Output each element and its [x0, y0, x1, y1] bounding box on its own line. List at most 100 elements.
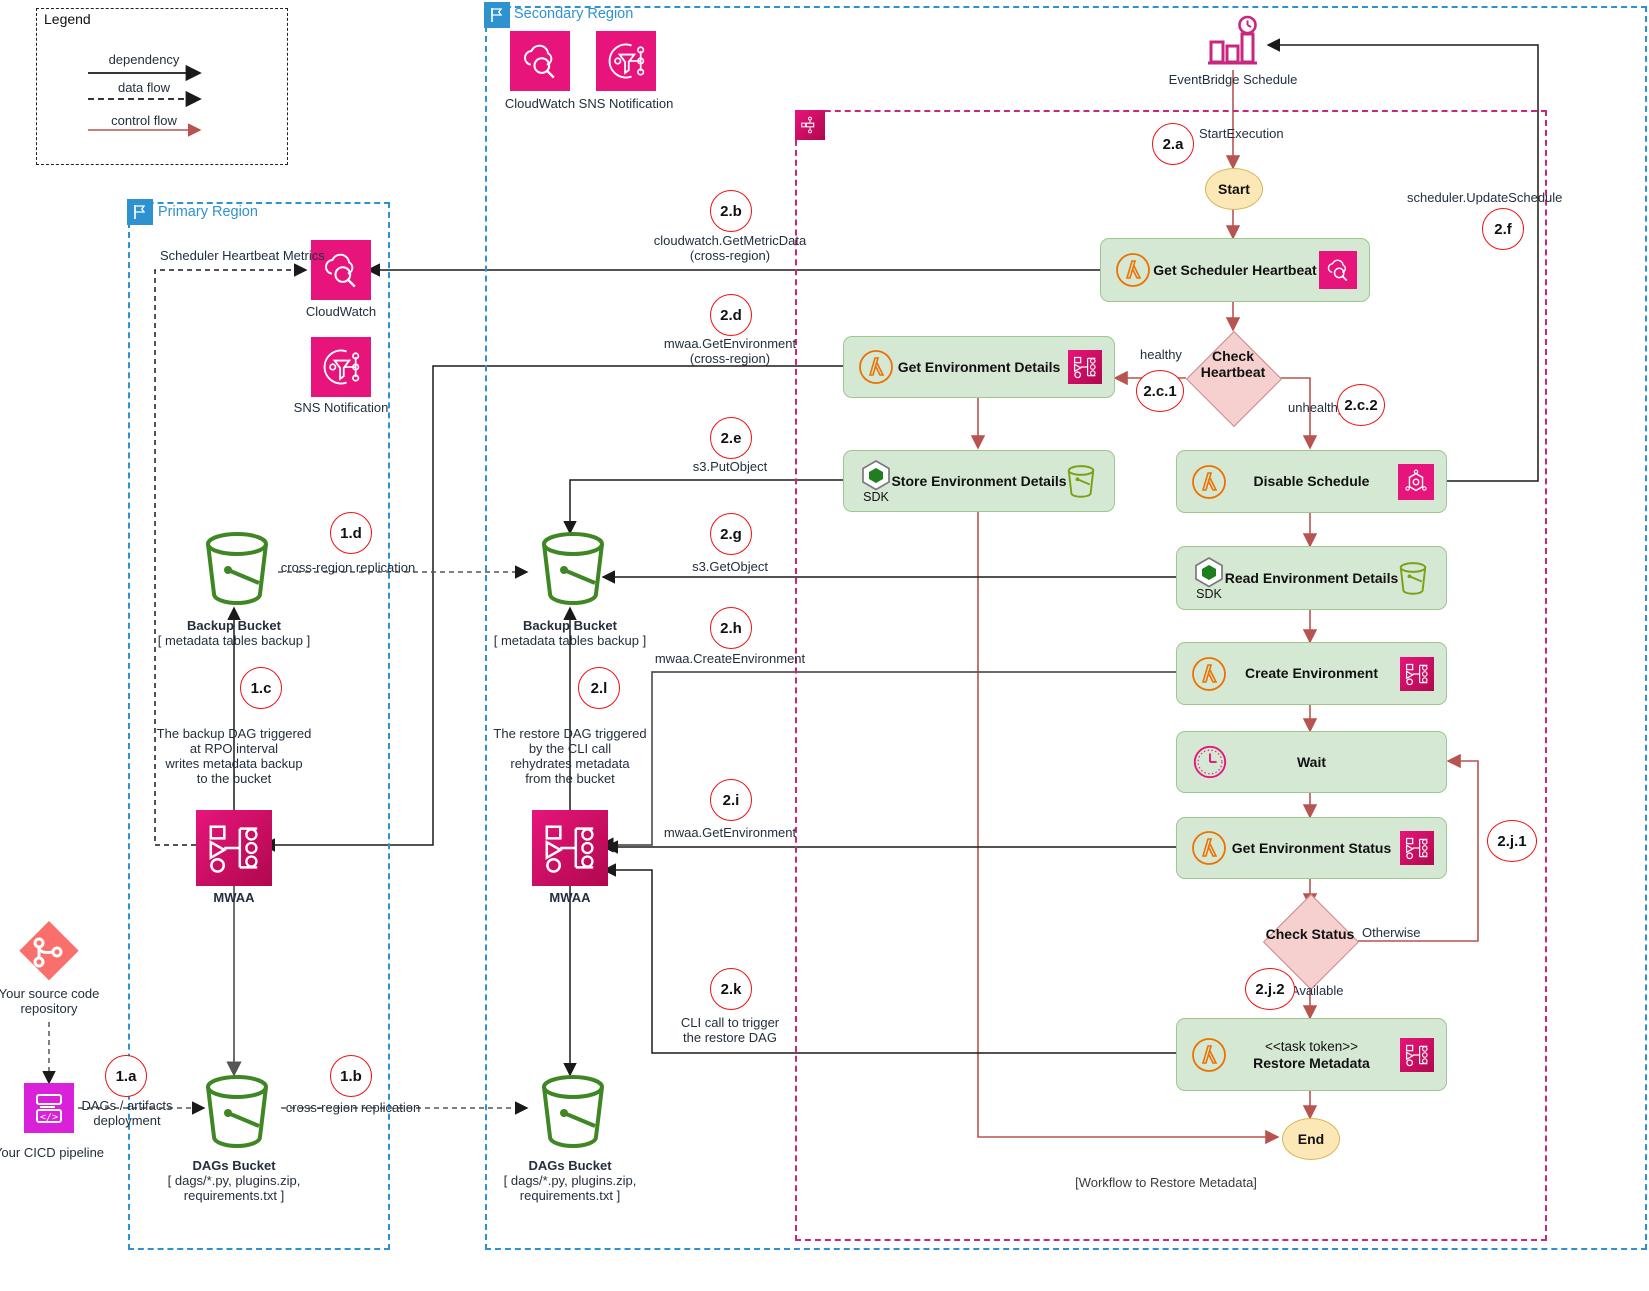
mwaa-icon — [1400, 1037, 1434, 1072]
state-get-environment-details[interactable]: Get Environment Details — [843, 336, 1115, 398]
step-functions-icon — [795, 110, 825, 140]
lambda-icon — [858, 349, 894, 385]
scheduler-heartbeat-metrics-label: Scheduler Heartbeat Metrics — [160, 248, 325, 263]
state-start[interactable]: Start — [1205, 168, 1263, 210]
label-s3-get-object: s3.GetObject — [692, 559, 768, 574]
state-get-environment-status[interactable]: Get Environment Status — [1176, 817, 1447, 879]
secondary-sns-label: SNS Notification — [578, 96, 674, 111]
step-marker-2e: 2.e — [710, 417, 752, 459]
state-start-label: Start — [1218, 181, 1250, 197]
mwaa-icon — [1068, 350, 1102, 384]
mwaa-icon — [1400, 656, 1434, 691]
state-create-environment[interactable]: Create Environment — [1176, 642, 1447, 705]
s3-bucket-icon — [196, 530, 278, 608]
state-disable-schedule[interactable]: Disable Schedule — [1176, 450, 1447, 513]
sdk-label: SDK — [1196, 587, 1222, 601]
state-read-environment-details-label: Read Environment Details — [1224, 569, 1399, 586]
step-marker-2a: 2.a — [1152, 123, 1194, 165]
label-mwaa-get-environment: mwaa.GetEnvironment — [663, 825, 797, 840]
s3-bucket-icon — [196, 1073, 278, 1151]
primary-region-title: Primary Region — [158, 204, 258, 220]
primary-dags-bucket-title: DAGs Bucket — [192, 1158, 276, 1173]
region-flag-icon — [127, 199, 153, 225]
step-marker-2c1: 2.c.1 — [1136, 370, 1184, 412]
lambda-icon — [1115, 252, 1151, 288]
mwaa-icon — [1400, 831, 1434, 865]
state-read-environment-details[interactable]: SDK Read Environment Details — [1176, 546, 1447, 610]
git-repo-icon — [16, 918, 82, 984]
workflow-region-caption: [Workflow to Restore Metadata] — [1075, 1175, 1257, 1190]
state-disable-schedule-label: Disable Schedule — [1253, 473, 1370, 489]
state-end-label: End — [1297, 1131, 1325, 1147]
s3-bucket-icon — [1392, 557, 1434, 599]
label-s3-put-object: s3.PutObject — [692, 459, 768, 474]
label-restore-dag-note: The restore DAG triggered by the CLI cal… — [493, 726, 647, 786]
primary-backup-bucket-subtitle: [ metadata tables backup ] — [157, 633, 311, 648]
lambda-icon — [1191, 830, 1227, 866]
eventbridge-scheduler-icon — [1398, 463, 1434, 500]
edge-label-unhealthy: unhealthy — [1288, 400, 1345, 415]
state-restore-metadata[interactable]: <<task token>> Restore Metadata — [1176, 1018, 1447, 1091]
step-marker-1d: 1.d — [330, 512, 372, 554]
s3-bucket-icon — [532, 1073, 614, 1151]
secondary-cloudwatch-label: CloudWatch — [504, 96, 576, 111]
legend-item-dependency: dependency — [108, 52, 180, 67]
label-get-metric-data: cloudwatch.GetMetricData (cross-region) — [653, 233, 807, 263]
step-marker-1a: 1.a — [105, 1055, 147, 1097]
start-execution-label: StartExecution — [1199, 126, 1284, 141]
secondary-backup-bucket-subtitle: [ metadata tables backup ] — [493, 633, 647, 648]
cicd-pipeline-icon: </> — [24, 1083, 74, 1133]
step-marker-2b: 2.b — [710, 190, 752, 232]
primary-sns-label: SNS Notification — [293, 400, 389, 415]
label-mwaa-get-environment-cross: mwaa.GetEnvironment (cross-region) — [663, 336, 797, 366]
step-marker-2i: 2.i — [710, 779, 752, 821]
cloudwatch-icon — [1319, 251, 1357, 289]
primary-backup-bucket-title: Backup Bucket — [187, 618, 281, 633]
step-marker-1c: 1.c — [240, 667, 282, 709]
state-restore-metadata-labels: <<task token>> Restore Metadata — [1253, 1038, 1370, 1072]
primary-dags-bucket-subtitle: [ dags/*.py, plugins.zip, requirements.t… — [167, 1173, 301, 1203]
label-backup-dag-note: The backup DAG triggered at RPO interval… — [156, 726, 312, 786]
eventbridge-schedule-icon — [1205, 15, 1261, 70]
legend-title: Legend — [44, 11, 91, 27]
label-cross-region-replication-backup: cross-region replication — [280, 560, 416, 575]
state-wait[interactable]: Wait — [1176, 731, 1447, 793]
step-marker-1b: 1.b — [330, 1055, 372, 1097]
label-mwaa-create-environment: mwaa.CreateEnvironment — [654, 651, 806, 666]
lambda-icon — [1191, 464, 1227, 500]
secondary-backup-bucket-title: Backup Bucket — [523, 618, 617, 633]
step-marker-2h: 2.h — [710, 607, 752, 649]
secondary-dags-bucket-title: DAGs Bucket — [528, 1158, 612, 1173]
diagram-canvas: Legend dependency data flow control flow… — [0, 0, 1649, 1291]
mwaa-icon — [196, 810, 272, 886]
edge-label-healthy: healthy — [1140, 347, 1182, 362]
state-get-environment-details-label: Get Environment Details — [897, 358, 1061, 375]
lambda-icon — [1191, 656, 1227, 692]
source-repo-label: Your source code repository — [0, 986, 100, 1016]
state-end[interactable]: End — [1282, 1118, 1340, 1160]
state-get-scheduler-heartbeat-label: Get Scheduler Heartbeat — [1153, 261, 1317, 278]
state-get-scheduler-heartbeat[interactable]: Get Scheduler Heartbeat — [1100, 238, 1370, 302]
state-store-environment-details[interactable]: SDK Store Environment Details — [843, 450, 1115, 512]
label-dags-artifacts-deployment: DAGs / artifacts deployment — [81, 1098, 173, 1128]
primary-mwaa-label: MWAA — [213, 890, 255, 905]
state-check-status-label: Check Status — [1265, 926, 1355, 942]
primary-cloudwatch-label: CloudWatch — [305, 304, 377, 319]
region-flag-icon — [484, 2, 510, 28]
svg-text:</>: </> — [40, 1112, 58, 1123]
sdk-icon: SDK — [858, 458, 894, 504]
s3-bucket-icon — [532, 530, 614, 608]
step-marker-2j2: 2.j.2 — [1245, 968, 1295, 1010]
task-token-label: <<task token>> — [1264, 1038, 1359, 1054]
sdk-label: SDK — [863, 490, 889, 504]
state-store-environment-details-label: Store Environment Details — [891, 472, 1067, 489]
eventbridge-schedule-label: EventBridge Schedule — [1168, 72, 1298, 87]
cicd-pipeline-label: Your CICD pipeline — [0, 1145, 105, 1160]
step-marker-2j1: 2.j.1 — [1487, 820, 1537, 862]
label-cross-region-replication-dags: cross-region replication — [285, 1100, 421, 1115]
s3-bucket-icon — [1060, 460, 1102, 502]
cloudwatch-icon — [510, 31, 570, 91]
legend-item-control-flow: control flow — [111, 113, 177, 128]
edge-label-available: Available — [1291, 983, 1344, 998]
mwaa-icon — [532, 810, 608, 886]
